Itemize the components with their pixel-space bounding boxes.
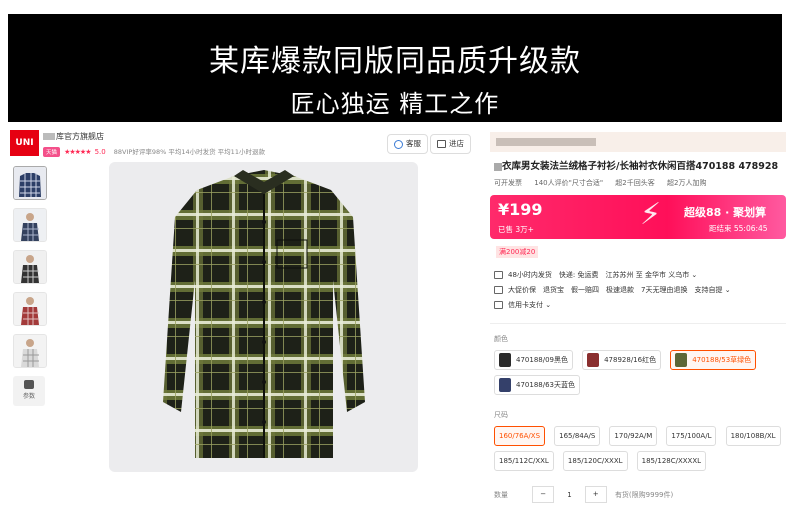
pickup-dropdown[interactable]: 支持自提 ⌄: [694, 286, 730, 294]
thumbnail[interactable]: [13, 292, 47, 326]
product-title: 衣库男女装法兰绒格子衬衫/长袖衬衣休闲百搭470188 478928: [494, 158, 786, 172]
price-panel: ¥199 已售 3万+ ⚡ 超级88 · 聚划算 距结束 55:06:45: [490, 195, 786, 239]
sold-count: 已售 3万+: [498, 225, 534, 234]
truck-icon: [494, 271, 503, 279]
masked-header: [490, 132, 786, 152]
thumbnail[interactable]: [13, 166, 47, 200]
product-info: 衣库男女装法兰绒格子衬衫/长袖衬衣休闲百搭470188 478928 可开发票 …: [490, 132, 786, 503]
banner-headline: 某库爆款同版同品质升级款: [209, 44, 581, 79]
color-option[interactable]: 470188/09黑色: [494, 350, 573, 370]
countdown: 距结束 55:06:45: [709, 224, 768, 233]
color-option-selected[interactable]: 470188/53草绿色: [670, 350, 757, 370]
credit-card-icon: [494, 301, 503, 309]
quantity-increment-button[interactable]: +: [584, 486, 607, 503]
tag[interactable]: 超2万人加购: [667, 179, 706, 187]
size-option[interactable]: 165/84A/S: [554, 426, 601, 446]
price: ¥199: [498, 200, 543, 219]
masked-text: [494, 162, 502, 171]
coupon-badge[interactable]: 满200减20: [496, 246, 539, 258]
color-label: 颜色: [494, 335, 508, 343]
tag[interactable]: 140人评价"尺寸合适": [534, 179, 603, 187]
thumbnail[interactable]: [13, 334, 47, 368]
quantity-input[interactable]: 1: [556, 491, 582, 499]
shipping-row: 48小时内发货 快递: 免运费 江苏苏州 至 金华市 义乌市 ⌄: [494, 270, 786, 285]
tag[interactable]: 可开发票: [494, 179, 522, 187]
size-option[interactable]: 185/120C/XXXL: [562, 451, 628, 471]
size-option[interactable]: 170/92A/M: [609, 426, 658, 446]
params-button[interactable]: 参数: [13, 376, 45, 406]
quantity-decrement-button[interactable]: −: [532, 486, 555, 503]
swatch: [499, 353, 511, 367]
payment-dropdown[interactable]: 信用卡支付 ⌄: [508, 301, 551, 309]
product-tags: 可开发票 140人评价"尺寸合适" 超2千回头客 超2万人加购: [494, 178, 786, 188]
size-option[interactable]: 180/108B/XL: [725, 426, 781, 446]
swatch: [675, 353, 688, 367]
tmall-badge: 天猫: [43, 147, 61, 157]
color-option[interactable]: 478928/16红色: [582, 350, 662, 370]
payment-row: 信用卡支付 ⌄: [494, 300, 786, 315]
color-option[interactable]: 470188/63天蓝色: [494, 375, 580, 395]
quantity-row: 数量 − 1 + 有货(限购9999件): [494, 486, 786, 503]
rating-stars: ★★★★★: [64, 148, 91, 156]
size-label: 尺码: [494, 411, 508, 419]
tag[interactable]: 超2千回头客: [615, 179, 654, 187]
size-option[interactable]: 185/112C/XXL: [494, 451, 554, 471]
shop-stats: 88VIP好评率98% 平均14小时发货 平均11小时退款: [113, 148, 265, 156]
activity-label: 超级88 · 聚划算: [684, 206, 767, 219]
color-options: 470188/09黑色 478928/16红色 470188/53草绿色 470…: [494, 350, 786, 400]
quantity-label: 数量: [494, 490, 508, 499]
shop-meta: 天猫 ★★★★★ 5.0 88VIP好评率98% 平均14小时发货 平均11小时…: [43, 146, 265, 157]
size-option[interactable]: 175/100A/L: [666, 426, 717, 446]
thumbnail-list: 参数: [13, 166, 47, 406]
size-option[interactable]: 185/128C/XXXXL: [636, 451, 707, 471]
main-product-image[interactable]: [109, 162, 418, 472]
size-options: 160/76A/XS 165/84A/S 170/92A/M 175/100A/…: [494, 426, 786, 476]
shop-name[interactable]: 库官方旗舰店: [43, 131, 104, 142]
lightning-icon: ⚡: [640, 197, 662, 232]
shield-icon: [494, 286, 503, 294]
service-info: 48小时内发货 快递: 免运费 江苏苏州 至 金华市 义乌市 ⌄ 大促价保 退货宝 假一…: [494, 270, 786, 315]
chat-icon: [394, 139, 403, 149]
enter-store-button[interactable]: 进店: [430, 134, 471, 154]
shop-logo[interactable]: UNI: [10, 130, 39, 156]
size-option-selected[interactable]: 160/76A/XS: [494, 426, 546, 446]
swatch: [587, 353, 600, 367]
swatch: [499, 378, 511, 392]
stock-info: 有货(限购9999件): [614, 490, 674, 499]
masked-text: [43, 133, 55, 140]
shipping-location[interactable]: 江苏苏州 至 金华市 义乌市 ⌄: [606, 271, 698, 279]
customer-service-button[interactable]: 客服: [387, 134, 428, 154]
thumbnail[interactable]: [13, 250, 47, 284]
params-icon: [24, 380, 34, 389]
thumbnail[interactable]: [13, 208, 47, 242]
rating-score: 5.0: [94, 148, 106, 156]
promo-banner: 某库爆款同版同品质升级款 匠心独运 精工之作: [8, 14, 782, 122]
store-icon: [437, 140, 446, 148]
guarantee-row: 大促价保 退货宝 假一赔四 极速退款 7天无理由退换 支持自提 ⌄: [494, 285, 786, 300]
divider: [490, 323, 786, 324]
banner-subline: 匠心独运 精工之作: [290, 90, 500, 118]
